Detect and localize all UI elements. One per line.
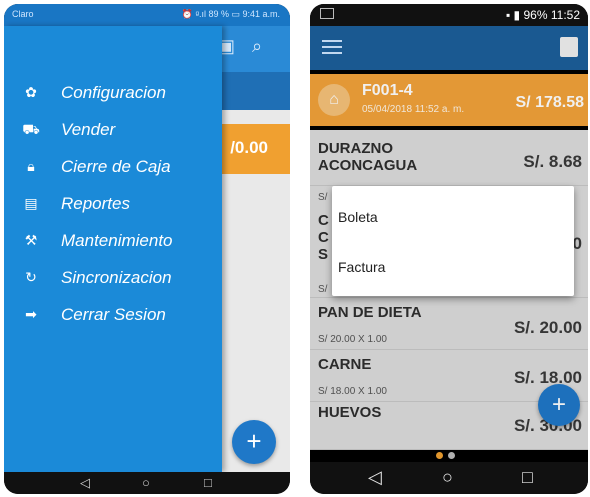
right-phone-screen: ▪ ▮ 96% 11:52 ⌂ F001-4 05/04/2018 11:52 …: [310, 4, 588, 494]
recent-nav-button[interactable]: □: [204, 475, 212, 490]
gear-icon: ✿: [25, 84, 37, 100]
lock-icon: 🔒︎: [27, 158, 35, 174]
menu-item-label: Sincronizacion: [61, 268, 172, 287]
logout-icon: ➡: [25, 306, 37, 322]
menu-item-cierre-de-caja[interactable]: 🔒︎ Cierre de Caja: [4, 153, 222, 183]
recent-nav-button[interactable]: □: [522, 467, 533, 488]
worker-icon: ⚒: [24, 232, 38, 248]
menu-item-mantenimiento[interactable]: ⚒ Mantenimiento: [4, 227, 222, 257]
menu-item-reportes[interactable]: ▤ Reportes: [4, 190, 222, 220]
menu-item-label: Reportes: [61, 194, 130, 213]
system-nav-bar: ◁ ○ □: [4, 472, 290, 494]
menu-item-label: Configuracion: [61, 83, 166, 102]
background-amount: /0.00: [230, 138, 268, 157]
option-factura[interactable]: Factura: [338, 250, 568, 284]
status-bar: ▪ ▮ 96% 11:52: [310, 4, 588, 26]
sync-icon: ↻: [25, 269, 37, 285]
barcode-search-icon: ⌕: [252, 36, 263, 56]
system-nav-bar: ◁ ○ □: [310, 462, 588, 494]
menu-item-configuracion[interactable]: ✿ Configuracion: [4, 79, 222, 109]
menu-item-label: Cerrar Sesion: [61, 305, 166, 324]
back-nav-button[interactable]: ◁: [368, 467, 382, 488]
carrier-label: Claro: [12, 9, 34, 19]
menu-item-label: Cierre de Caja: [61, 157, 171, 176]
add-fab-button[interactable]: +: [232, 420, 276, 464]
battery-level: 96%: [523, 8, 548, 22]
signal-icon: ▪ ▮: [505, 8, 524, 22]
status-indicators: ⏰ ᵍ.ıl 89 % ▭ 9:41 a.m.: [181, 9, 280, 19]
menu-item-sincronizacion[interactable]: ↻ Sincronizacion: [4, 264, 222, 294]
status-bar: Claro ⏰ ᵍ.ıl 89 % ▭ 9:41 a.m.: [4, 4, 290, 26]
home-nav-button[interactable]: ○: [442, 467, 453, 488]
clipboard-icon: ▤: [24, 195, 38, 211]
menu-item-label: Mantenimiento: [61, 231, 173, 250]
navigation-drawer: ✿ Configuracion ⛟ Vender 🔒︎ Cierre de Ca…: [4, 26, 222, 472]
plus-icon: +: [246, 426, 262, 456]
clock: 11:52: [550, 8, 580, 22]
status-indicators: ▪ ▮ 96% 11:52: [506, 8, 580, 22]
home-nav-button[interactable]: ○: [142, 475, 150, 490]
back-nav-button[interactable]: ◁: [80, 475, 90, 491]
cart-icon: ⛟: [22, 121, 40, 137]
option-boleta[interactable]: Boleta: [338, 200, 568, 234]
left-phone-screen: Claro ⏰ ᵍ.ıl 89 % ▭ 9:41 a.m. ▣ ⌕ /0.00 …: [4, 4, 290, 494]
menu-item-label: Vender: [61, 120, 116, 139]
menu-item-vender[interactable]: ⛟ Vender: [4, 116, 222, 146]
image-notification-icon: [320, 8, 334, 19]
menu-item-cerrar-sesion[interactable]: ➡ Cerrar Sesion: [4, 301, 222, 331]
document-type-dialog: Boleta Factura: [332, 186, 574, 296]
